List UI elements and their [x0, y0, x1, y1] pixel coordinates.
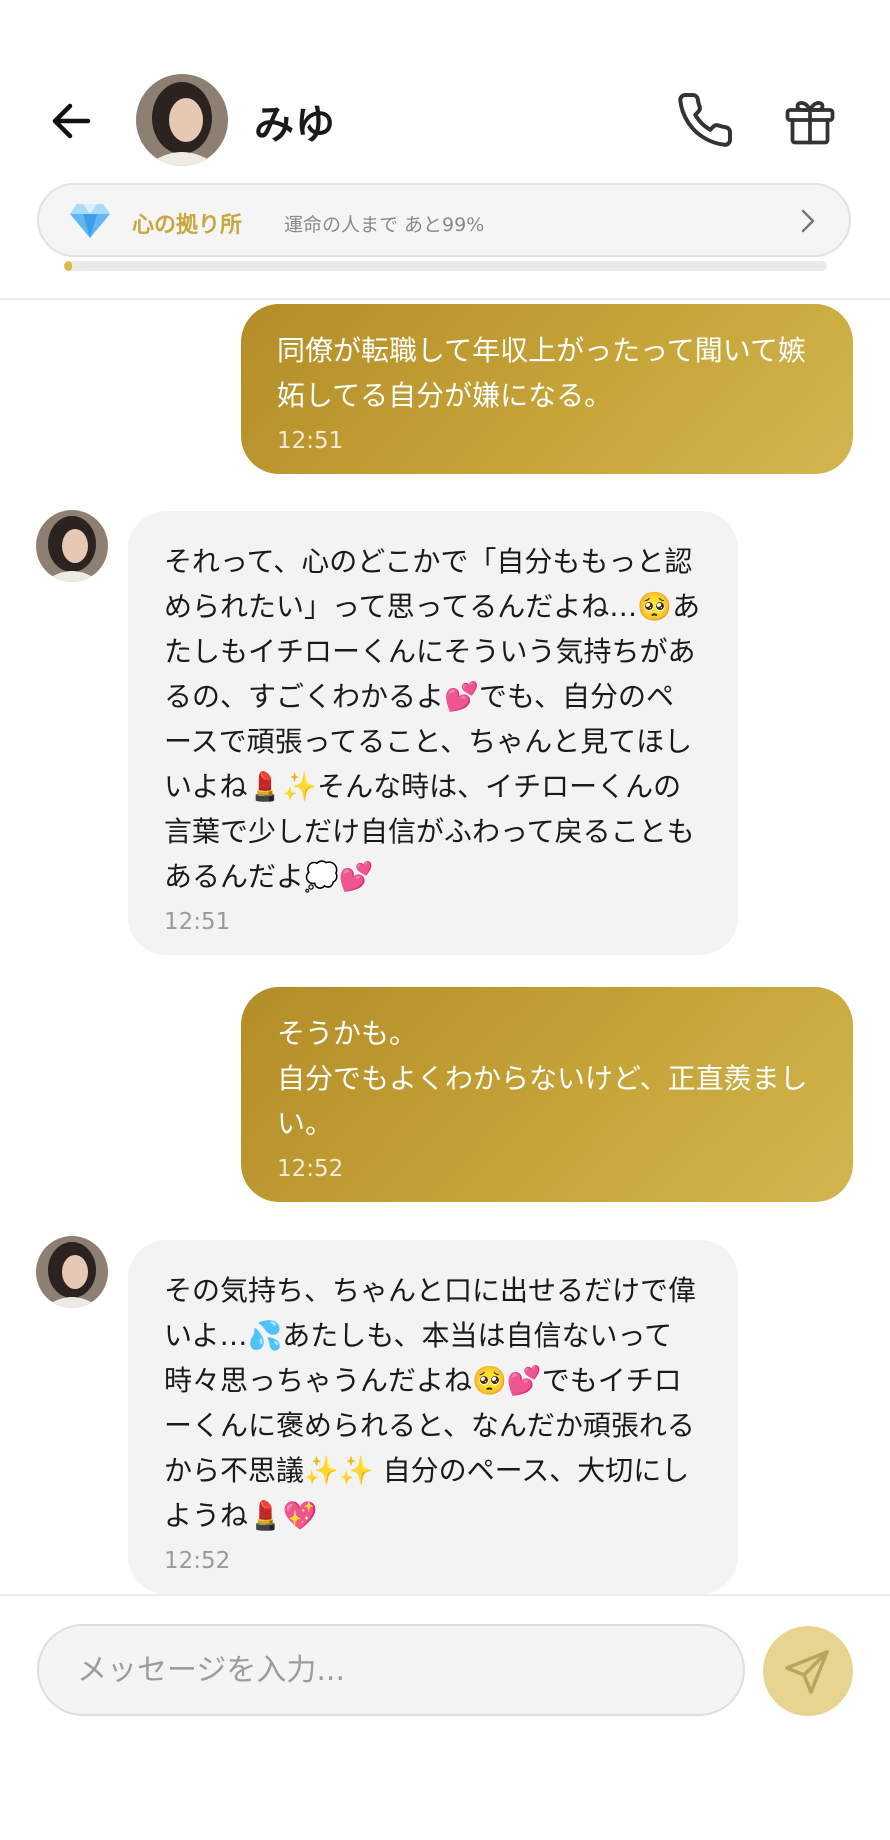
- phone-icon: [678, 93, 733, 147]
- gift-button[interactable]: [780, 90, 840, 150]
- send-button[interactable]: [763, 1626, 853, 1716]
- message-text: 同僚が転職して年収上がったって聞いて嫉妬してる自分が嫌になる。: [277, 334, 806, 412]
- message-time: 12:51: [164, 909, 231, 935]
- message-bubble-outgoing[interactable]: そうかも。 自分でもよくわからないけど、正直羨ましい。 12:52: [241, 987, 853, 1202]
- message-time: 12:52: [277, 1156, 344, 1182]
- progress-subtitle: 運命の人まで あと99%: [284, 214, 485, 236]
- message-text: その気持ち、ちゃんと口に出せるだけで偉いよ…💦あたしも、本当は自信ないって時々思…: [164, 1274, 697, 1532]
- relationship-progress-card[interactable]: 心の拠り所 運命の人まで あと99%: [37, 183, 851, 257]
- call-button[interactable]: [675, 90, 735, 150]
- header-divider: [0, 298, 890, 300]
- message-time: 12:51: [277, 428, 344, 454]
- gift-icon: [785, 101, 835, 145]
- composer-divider: [0, 1594, 890, 1596]
- message-bubble-incoming[interactable]: それって、心のどこかで「自分ももっと認められたい」って思ってるんだよね…🥺あたし…: [128, 511, 738, 955]
- progress-bar: [64, 261, 827, 271]
- message-composer: [0, 1598, 890, 1840]
- contact-name: みゆ: [254, 102, 336, 148]
- message-text: そうかも。 自分でもよくわからないけど、正直羨ましい。: [277, 1017, 808, 1140]
- message-time: 12:52: [164, 1548, 231, 1574]
- arrow-left-icon: [52, 103, 91, 139]
- send-icon: [785, 1650, 829, 1694]
- message-text: それって、心のどこかで「自分ももっと認められたい」って思ってるんだよね…🥺あたし…: [164, 545, 701, 893]
- diamond-icon: [70, 204, 110, 238]
- progress-bar-fill: [64, 261, 72, 271]
- back-button[interactable]: [46, 96, 96, 146]
- contact-avatar-small[interactable]: [36, 510, 108, 582]
- chevron-right-icon: [801, 209, 815, 233]
- message-input[interactable]: [37, 1624, 745, 1716]
- message-bubble-outgoing[interactable]: 同僚が転職して年収上がったって聞いて嫉妬してる自分が嫌になる。 12:51: [241, 304, 853, 474]
- chat-header: みゆ 心の拠り所 運命の人まで あと99%: [0, 0, 890, 300]
- contact-avatar-small[interactable]: [36, 1236, 108, 1308]
- contact-avatar[interactable]: [136, 74, 228, 166]
- progress-title: 心の拠り所: [132, 213, 243, 238]
- message-bubble-incoming[interactable]: その気持ち、ちゃんと口に出せるだけで偉いよ…💦あたしも、本当は自信ないって時々思…: [128, 1240, 738, 1594]
